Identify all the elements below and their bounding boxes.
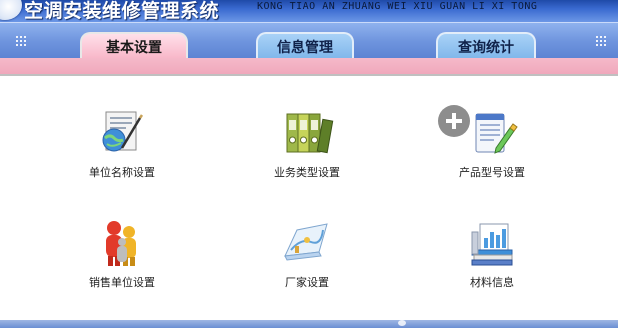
item-label: 产品型号设置	[459, 166, 525, 179]
main-panel: 单位名称设置 业务类型设置 产品型号设置 销售单位设置 厂家设置 材料信息	[0, 76, 618, 320]
map-scroll-icon	[284, 223, 328, 261]
item-label: 销售单位设置	[89, 276, 155, 289]
plus-circle-icon[interactable]	[437, 104, 471, 138]
manufacturer-settings-button[interactable]: 厂家设置	[247, 218, 367, 292]
grip-icon	[596, 36, 610, 46]
binders-icon	[286, 113, 334, 154]
tab-info-management[interactable]: 信息管理	[256, 32, 354, 59]
tab-bar: 基本设置 信息管理 查询统计	[0, 22, 618, 59]
header-banner: 空调安装维修管理系统 KONG TIAO AN ZHUANG WEI XIU G…	[0, 0, 618, 22]
sales-unit-settings-button[interactable]: 销售单位设置	[62, 218, 182, 292]
status-bar	[0, 320, 618, 328]
document-globe-icon	[102, 111, 144, 152]
notepad-pen-icon	[475, 113, 518, 154]
grip-icon	[16, 36, 30, 46]
app-window: 空调安装维修管理系统 KONG TIAO AN ZHUANG WEI XIU G…	[0, 0, 618, 328]
item-label: 单位名称设置	[89, 166, 155, 179]
tab-underline-band	[0, 58, 618, 74]
item-label: 厂家设置	[285, 276, 329, 289]
tab-basic-settings[interactable]: 基本设置	[80, 32, 188, 59]
material-info-button[interactable]: 材料信息	[432, 218, 552, 292]
tab-query-statistics[interactable]: 查询统计	[436, 32, 536, 59]
business-type-settings-button[interactable]: 业务类型设置	[247, 108, 367, 182]
item-label: 业务类型设置	[274, 166, 340, 179]
app-subtitle: KONG TIAO AN ZHUANG WEI XIU GUAN LI XI T…	[257, 1, 538, 12]
people-icon	[106, 221, 136, 266]
app-title: 空调安装维修管理系统	[24, 0, 220, 22]
status-indicator	[398, 320, 406, 326]
books-chart-icon	[471, 223, 513, 266]
item-label: 材料信息	[470, 276, 514, 289]
unit-name-settings-button[interactable]: 单位名称设置	[62, 108, 182, 182]
logo-icon	[0, 0, 22, 20]
